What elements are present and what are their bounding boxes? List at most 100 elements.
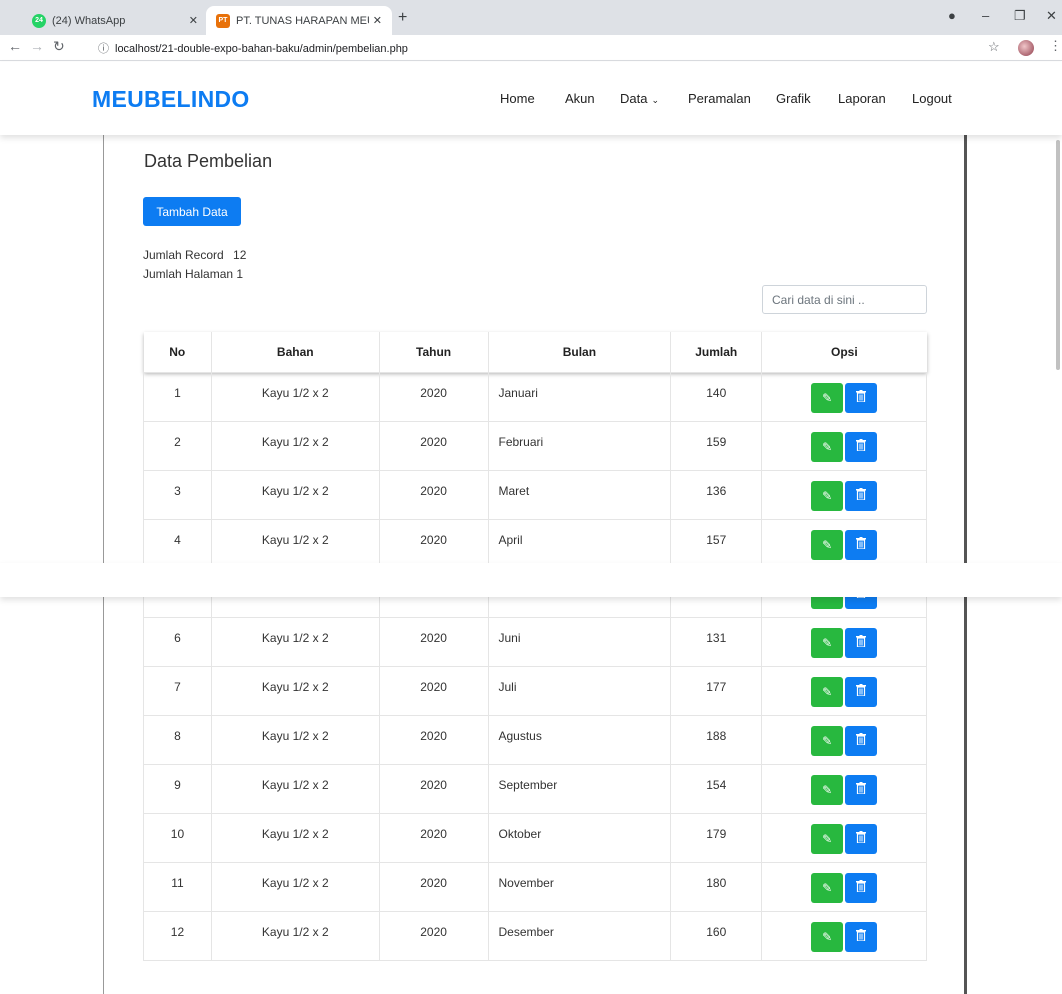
header-jumlah: Jumlah xyxy=(670,332,763,372)
cell-jumlah: 179 xyxy=(670,812,763,863)
cell-jumlah: 136 xyxy=(670,469,763,520)
restore-icon[interactable]: ❐ xyxy=(1014,8,1026,24)
back-icon[interactable]: ← xyxy=(8,38,22,54)
nav-akun[interactable]: Akun xyxy=(565,91,595,106)
site-navbar: MEUBELINDO Home Akun Data ⌄ Peramalan Gra… xyxy=(0,62,1062,135)
delete-button[interactable] xyxy=(845,774,878,805)
cell-tahun: 2020 xyxy=(378,861,489,912)
trash-icon xyxy=(856,684,867,699)
new-tab-icon[interactable]: + xyxy=(398,9,407,27)
site-favicon-icon: PT xyxy=(216,13,230,28)
trash-icon xyxy=(856,537,867,552)
edit-button[interactable]: ✎ xyxy=(811,382,844,413)
trash-icon xyxy=(856,831,867,846)
edit-button[interactable]: ✎ xyxy=(811,676,844,707)
browser-tab-active[interactable]: PT PT. TUNAS HARAPAN MEUBELIN ✕ xyxy=(206,6,392,35)
profile-avatar[interactable] xyxy=(1018,40,1034,56)
cell-tahun: 2020 xyxy=(378,469,489,520)
nav-home[interactable]: Home xyxy=(500,91,535,106)
page-count-value: 1 xyxy=(236,267,244,281)
edit-button[interactable]: ✎ xyxy=(811,872,844,903)
cell-opsi: ✎ xyxy=(761,812,927,863)
delete-button[interactable] xyxy=(845,921,878,952)
nav-laporan[interactable]: Laporan xyxy=(838,91,886,106)
forward-icon[interactable]: → xyxy=(30,38,44,54)
add-data-button[interactable]: Tambah Data xyxy=(143,197,241,226)
brand-logo[interactable]: MEUBELINDO xyxy=(92,86,250,113)
nav-logout[interactable]: Logout xyxy=(912,91,952,106)
search-input[interactable] xyxy=(762,285,927,314)
cell-bahan: Kayu 1/2 x 2 xyxy=(210,812,380,863)
scrollbar[interactable] xyxy=(1056,140,1060,370)
cell-bulan: Juni xyxy=(487,616,672,667)
bookmark-star-icon[interactable]: ☆ xyxy=(988,39,1000,55)
url-field[interactable]: ⓘ localhost/21-double-expo-bahan-baku/adm… xyxy=(98,40,408,56)
edit-button[interactable]: ✎ xyxy=(811,431,844,462)
cell-no: 12 xyxy=(143,910,212,961)
table-row: 8 Kayu 1/2 x 2 2020 Agustus 188 ✎ xyxy=(143,714,927,765)
trash-icon xyxy=(856,880,867,895)
minimize-icon[interactable]: – xyxy=(982,8,989,23)
cell-bahan: Kayu 1/2 x 2 xyxy=(210,518,380,569)
table-row: 4 Kayu 1/2 x 2 2020 April 157 ✎ xyxy=(143,518,927,569)
delete-button[interactable] xyxy=(845,872,878,903)
cell-tahun: 2020 xyxy=(378,812,489,863)
cell-opsi: ✎ xyxy=(761,763,927,814)
edit-button[interactable]: ✎ xyxy=(811,480,844,511)
trash-icon xyxy=(856,439,867,454)
record-icon[interactable]: ● xyxy=(948,8,956,23)
cell-bahan: Kayu 1/2 x 2 xyxy=(210,420,380,471)
delete-button[interactable] xyxy=(845,676,878,707)
delete-button[interactable] xyxy=(845,823,878,854)
pencil-icon: ✎ xyxy=(822,488,833,503)
reload-icon[interactable]: ↻ xyxy=(53,38,65,55)
cell-bahan: Kayu 1/2 x 2 xyxy=(210,763,380,814)
record-count: Jumlah Record 12 xyxy=(143,248,246,262)
cell-no: 6 xyxy=(143,616,212,667)
cell-jumlah: 140 xyxy=(670,371,763,422)
header-bulan: Bulan xyxy=(488,332,672,372)
cell-no: 8 xyxy=(143,714,212,765)
tab-title: PT. TUNAS HARAPAN MEUBELIN xyxy=(236,14,369,27)
delete-button[interactable] xyxy=(845,480,878,511)
close-tab-icon[interactable]: ✕ xyxy=(373,14,382,27)
header-opsi: Opsi xyxy=(831,344,858,359)
delete-button[interactable] xyxy=(845,431,878,462)
delete-button[interactable] xyxy=(845,382,878,413)
edit-button[interactable]: ✎ xyxy=(811,774,844,805)
delete-button[interactable] xyxy=(845,725,878,756)
pencil-icon: ✎ xyxy=(822,880,833,895)
trash-icon xyxy=(856,488,867,503)
whatsapp-icon: 24 xyxy=(32,13,46,28)
cell-bulan: April xyxy=(487,518,672,569)
cell-bulan: Desember xyxy=(487,910,672,961)
edit-button[interactable]: ✎ xyxy=(811,627,844,658)
page-count-label: Jumlah Halaman xyxy=(143,267,234,281)
cell-jumlah: 154 xyxy=(670,763,763,814)
nav-peramalan[interactable]: Peramalan xyxy=(688,91,751,106)
close-tab-icon[interactable]: ✕ xyxy=(189,14,198,27)
table-row: 10 Kayu 1/2 x 2 2020 Oktober 179 ✎ xyxy=(143,812,927,863)
address-bar: ← → ↻ ⓘ localhost/21-double-expo-bahan-ba… xyxy=(0,35,1062,61)
chevron-down-icon: ⌄ xyxy=(651,95,660,105)
edit-button[interactable]: ✎ xyxy=(811,529,844,560)
nav-data[interactable]: Data ⌄ xyxy=(620,91,659,106)
delete-button[interactable] xyxy=(845,529,878,560)
cell-no: 11 xyxy=(143,861,212,912)
cell-bahan: Kayu 1/2 x 2 xyxy=(210,861,380,912)
cell-bahan: Kayu 1/2 x 2 xyxy=(210,714,380,765)
menu-icon[interactable]: ⋮ xyxy=(1049,38,1062,54)
delete-button[interactable] xyxy=(845,627,878,658)
cell-bahan: Kayu 1/2 x 2 xyxy=(210,910,380,961)
edit-button[interactable]: ✎ xyxy=(811,823,844,854)
record-count-value: 12 xyxy=(233,248,247,262)
close-window-icon[interactable]: ✕ xyxy=(1046,8,1057,24)
nav-grafik[interactable]: Grafik xyxy=(776,91,811,106)
pencil-icon: ✎ xyxy=(822,733,833,748)
trash-icon xyxy=(856,733,867,748)
edit-button[interactable]: ✎ xyxy=(811,725,844,756)
info-icon[interactable]: ⓘ xyxy=(98,43,109,55)
cell-bulan: Juli xyxy=(487,665,672,716)
browser-tab-whatsapp[interactable]: 24 (24) WhatsApp ✕ xyxy=(22,6,208,35)
edit-button[interactable]: ✎ xyxy=(811,921,844,952)
